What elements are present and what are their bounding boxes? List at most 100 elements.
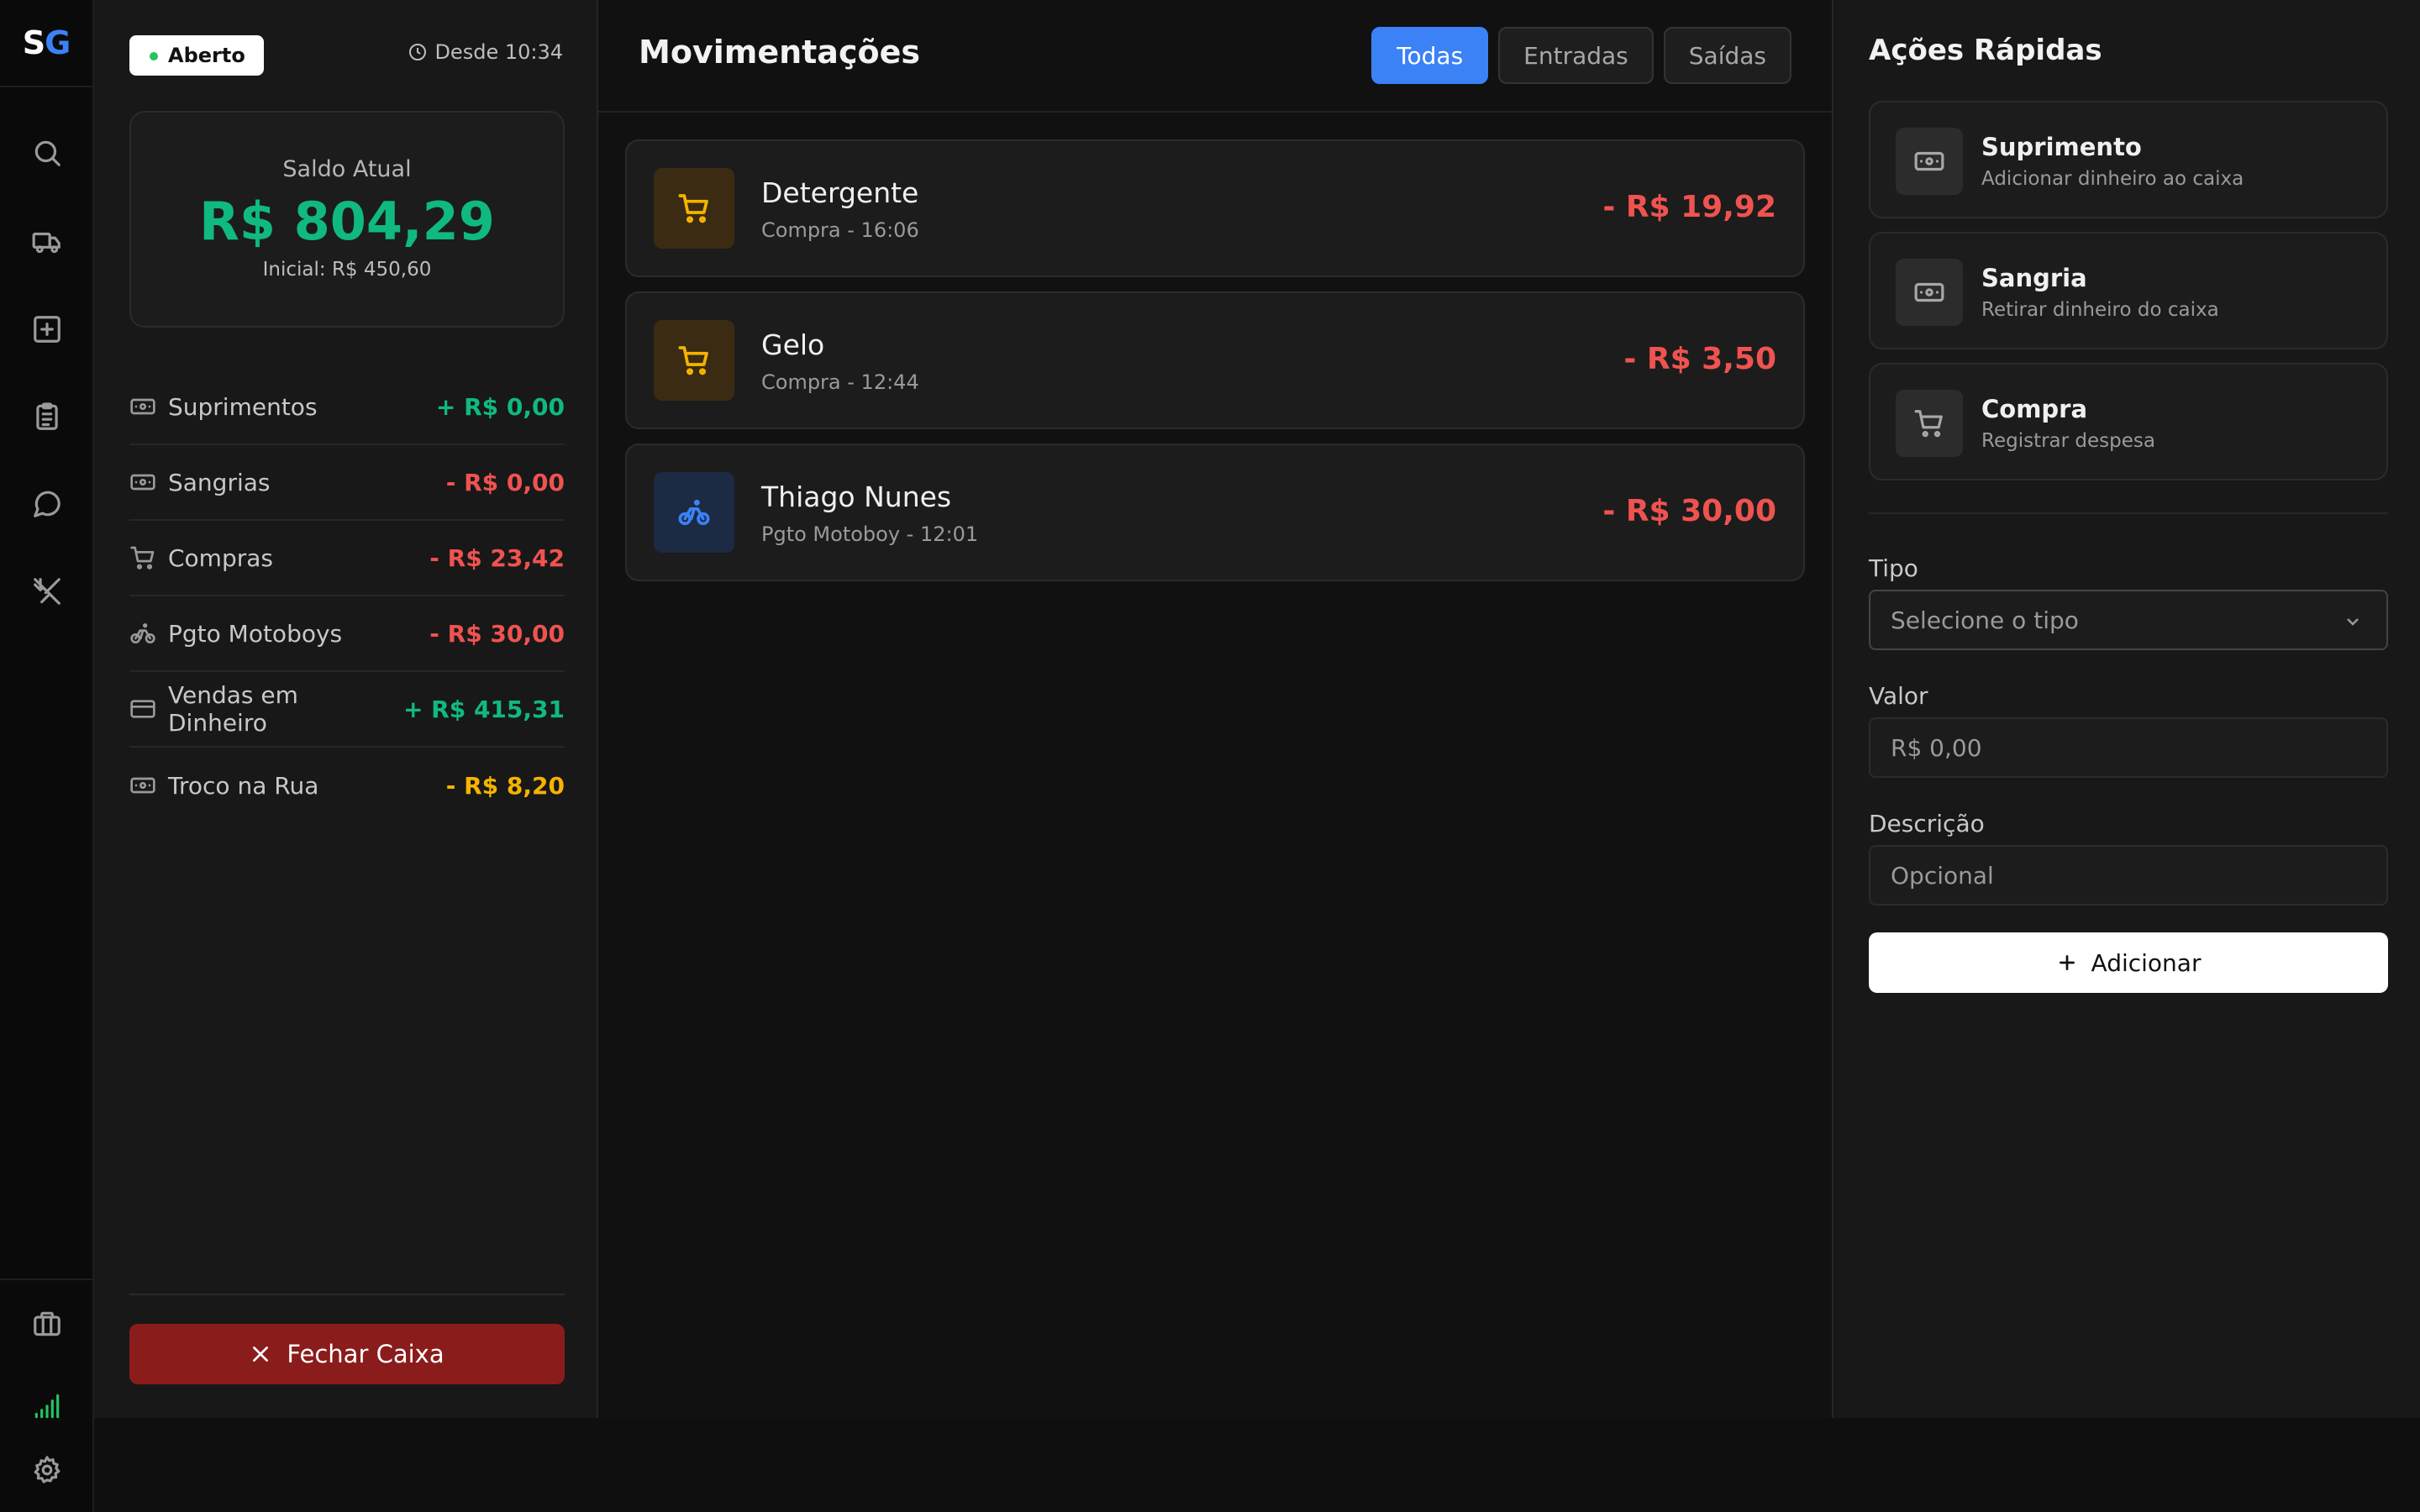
- summary-label: Troco na Rua: [168, 771, 319, 800]
- clipboard-icon[interactable]: [0, 391, 94, 442]
- briefcase-icon[interactable]: [0, 1299, 94, 1349]
- rail-divider: [0, 1278, 94, 1280]
- quick-action-subtitle: Registrar despesa: [1981, 430, 2155, 452]
- truck-icon[interactable]: [0, 217, 94, 267]
- quick-action-suprimento[interactable]: Suprimento Adicionar dinheiro ao caixa: [1869, 101, 2388, 218]
- tab-entradas[interactable]: Entradas: [1498, 27, 1654, 84]
- balance-label: Saldo Atual: [282, 156, 412, 182]
- summary-row-sangrias: Sangrias - R$ 0,00: [129, 445, 565, 521]
- opened-since: Desde 10:34: [408, 40, 563, 64]
- cash-icon: [130, 474, 155, 491]
- movements-header: Movimentações Todas Entradas Saídas: [598, 0, 1832, 113]
- movement-subtitle: Compra - 16:06: [761, 218, 919, 242]
- summary-value: + R$ 0,00: [435, 392, 565, 421]
- summary-row-vendas-dinheiro: Vendas em Dinheiro + R$ 415,31: [129, 672, 565, 748]
- balance-card: Saldo Atual R$ 804,29 Inicial: R$ 450,60: [129, 111, 565, 328]
- close-icon: [253, 1347, 269, 1362]
- value-label: Valor: [1869, 682, 1928, 710]
- quick-action-title: Suprimento: [1981, 133, 2142, 161]
- summary-label: Vendas em Dinheiro: [168, 681, 298, 737]
- clock-icon: [409, 44, 427, 60]
- list-item[interactable]: Thiago Nunes Pgto Motoboy - 12:01 - R$ 3…: [625, 444, 1805, 581]
- plus-square-icon[interactable]: [0, 304, 94, 354]
- search-icon[interactable]: [0, 128, 94, 178]
- quick-action-title: Sangria: [1981, 264, 2087, 292]
- summary-value: - R$ 8,20: [445, 771, 565, 800]
- quick-action-subtitle: Retirar dinheiro do caixa: [1981, 299, 2219, 321]
- cart-icon: [1914, 410, 1943, 438]
- summary-label: Suprimentos: [168, 392, 318, 421]
- chevron-down-icon: [2347, 618, 2359, 626]
- list-item[interactable]: Gelo Compra - 12:44 - R$ 3,50: [625, 291, 1805, 429]
- value-input-placeholder: R$ 0,00: [1891, 733, 1982, 762]
- summary-value: + R$ 415,31: [402, 695, 565, 723]
- summary-list: Suprimentos + R$ 0,00 Sangrias - R$ 0,00…: [129, 370, 565, 823]
- description-input[interactable]: Opcional: [1869, 845, 2388, 906]
- gear-icon[interactable]: [0, 1445, 94, 1495]
- quick-action-subtitle: Adicionar dinheiro ao caixa: [1981, 168, 2244, 190]
- opened-since-text: Desde 10:34: [434, 40, 563, 64]
- status-dot: [150, 52, 158, 60]
- summary-row-motoboys: Pgto Motoboys - R$ 30,00: [129, 596, 565, 672]
- list-item[interactable]: Detergente Compra - 16:06 - R$ 19,92: [625, 139, 1805, 277]
- utensils-icon[interactable]: [0, 566, 94, 617]
- summary-value: - R$ 30,00: [429, 619, 565, 648]
- panel-divider: [1869, 512, 2388, 514]
- quick-action-compra[interactable]: Compra Registrar despesa: [1869, 363, 2388, 480]
- cash-icon: [1914, 151, 1944, 171]
- type-select[interactable]: Selecione o tipo: [1869, 590, 2388, 650]
- cart-icon: [678, 346, 708, 375]
- movement-icon: [654, 472, 734, 553]
- summary-value: - R$ 23,42: [429, 543, 565, 572]
- cash-icon: [130, 398, 155, 415]
- chat-icon[interactable]: [0, 479, 94, 529]
- movement-name: Detergente: [761, 176, 919, 209]
- value-input[interactable]: R$ 0,00: [1869, 717, 2388, 778]
- movement-value: - R$ 30,00: [1602, 494, 1776, 528]
- movement-icon: [654, 168, 734, 249]
- app-logo[interactable]: SG: [0, 0, 92, 87]
- filter-tabs: Todas Entradas Saídas: [1371, 27, 1791, 84]
- cash-icon: [130, 777, 155, 794]
- type-select-value: Selecione o tipo: [1891, 606, 2079, 634]
- register-panel: Aberto Desde 10:34 Saldo Atual R$ 804,29…: [94, 0, 598, 1418]
- quick-actions-title: Ações Rápidas: [1869, 34, 2102, 67]
- status-label: Aberto: [168, 44, 245, 67]
- page-title: Movimentações: [639, 34, 920, 71]
- summary-row-troco: Troco na Rua - R$ 8,20: [129, 748, 565, 823]
- movement-value: - R$ 19,92: [1602, 190, 1776, 224]
- signal-icon: [0, 1381, 94, 1431]
- cart-icon: [678, 194, 708, 223]
- status-badge: Aberto: [129, 35, 264, 76]
- quick-action-title: Compra: [1981, 395, 2088, 423]
- movements-panel: Movimentações Todas Entradas Saídas Dete…: [598, 0, 1832, 1418]
- quick-action-sangria[interactable]: Sangria Retirar dinheiro do caixa: [1869, 232, 2388, 349]
- movement-name: Gelo: [761, 328, 825, 361]
- summary-label: Compras: [168, 543, 273, 572]
- movement-name: Thiago Nunes: [761, 480, 952, 513]
- panel-divider: [129, 1294, 565, 1295]
- movement-subtitle: Compra - 12:44: [761, 370, 919, 394]
- icon-rail: SG: [0, 0, 94, 1512]
- add-button-label: Adicionar: [2091, 948, 2202, 977]
- cash-icon: [1914, 282, 1944, 302]
- summary-label: Pgto Motoboys: [168, 619, 343, 648]
- movement-value: - R$ 3,50: [1623, 342, 1776, 376]
- initial-balance: Inicial: R$ 450,60: [262, 259, 432, 281]
- tab-saidas[interactable]: Saídas: [1663, 27, 1791, 84]
- close-register-button[interactable]: Fechar Caixa: [129, 1324, 565, 1384]
- tab-todas[interactable]: Todas: [1371, 27, 1489, 84]
- footer-area: [94, 1418, 2420, 1512]
- cart-icon: [130, 546, 155, 570]
- summary-label: Sangrias: [168, 468, 271, 496]
- description-label: Descrição: [1869, 810, 1985, 837]
- movements-list: Detergente Compra - 16:06 - R$ 19,92 Gel…: [625, 139, 1805, 596]
- plus-icon: [2059, 955, 2075, 970]
- balance-value: R$ 804,29: [199, 191, 495, 252]
- movement-icon: [654, 320, 734, 401]
- summary-row-compras: Compras - R$ 23,42: [129, 521, 565, 596]
- summary-value: - R$ 0,00: [445, 468, 565, 496]
- summary-row-suprimentos: Suprimentos + R$ 0,00: [129, 370, 565, 445]
- close-register-label: Fechar Caixa: [287, 1340, 445, 1368]
- add-button[interactable]: Adicionar: [1869, 932, 2388, 993]
